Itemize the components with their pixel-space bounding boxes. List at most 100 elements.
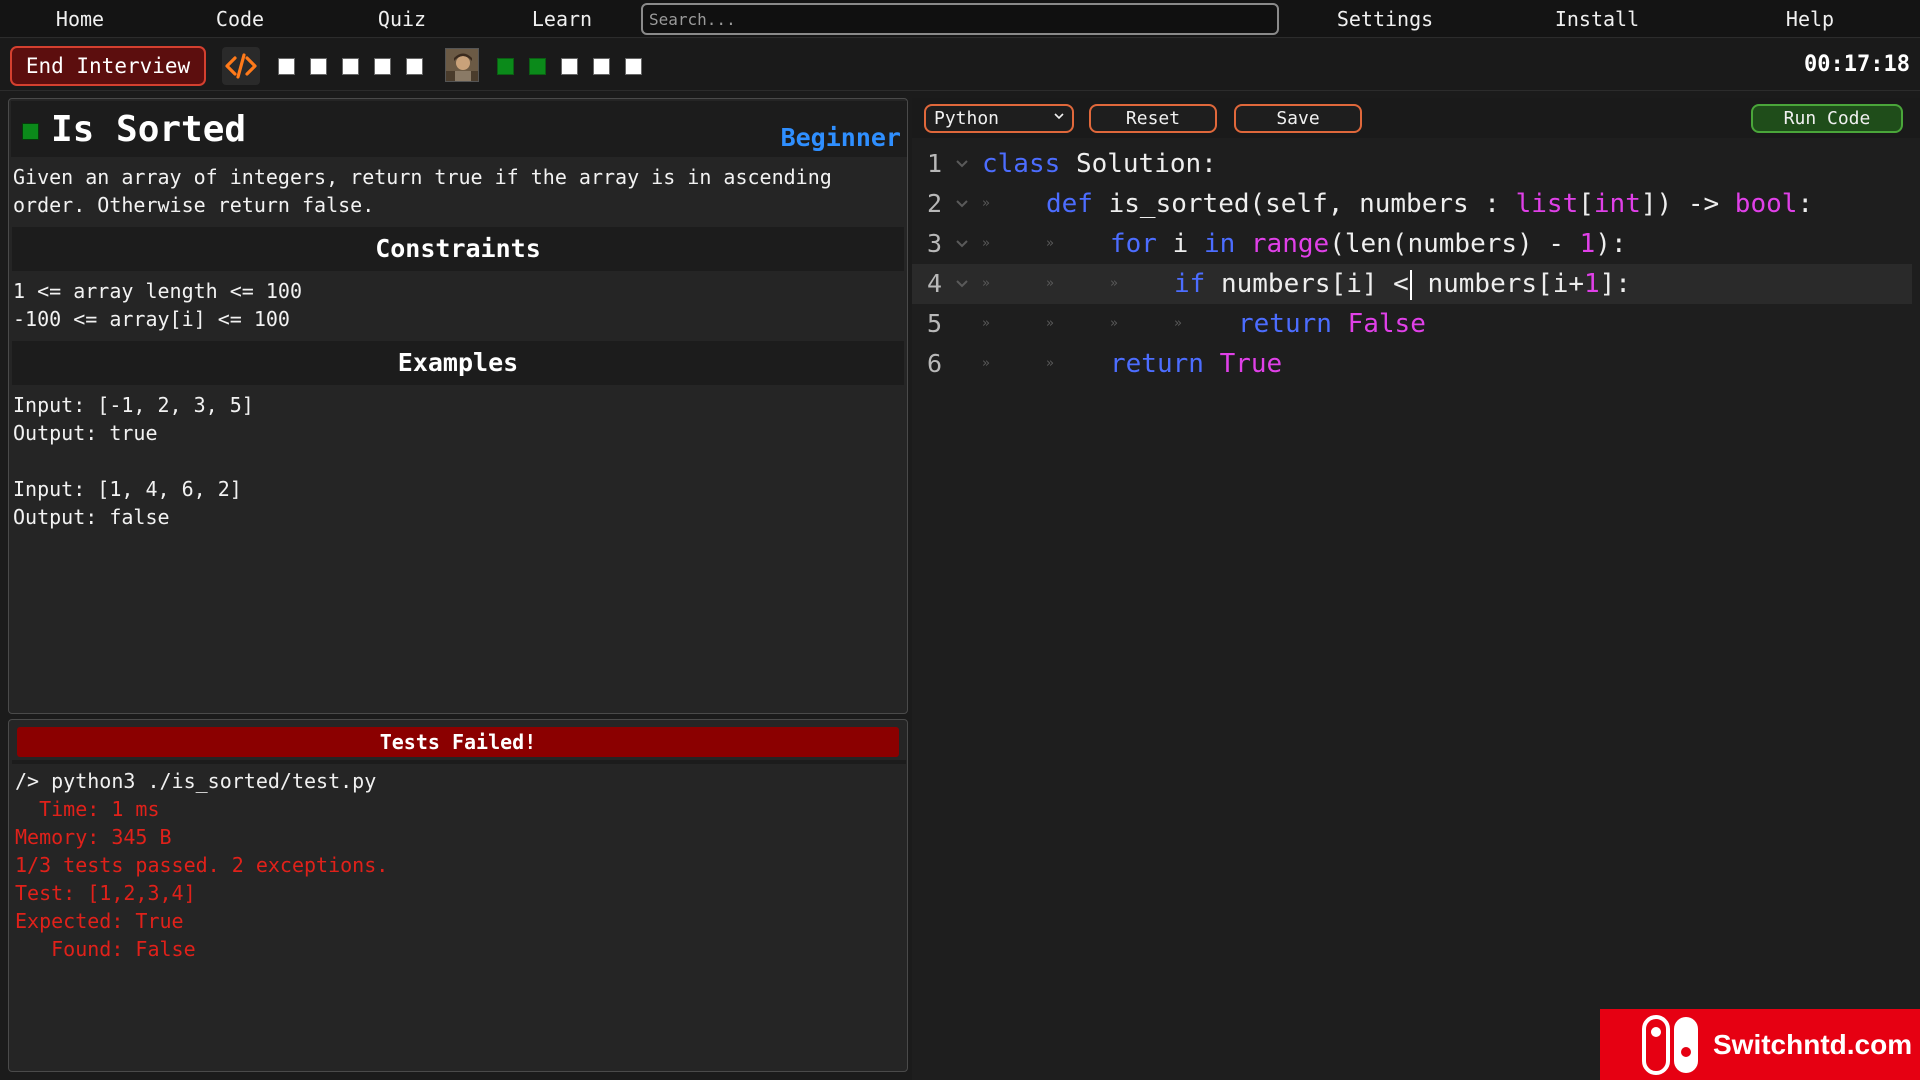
output-line: Expected: True <box>15 909 184 933</box>
indent-marker-icon: » <box>1110 276 1118 291</box>
language-select[interactable]: Python <box>924 104 1074 133</box>
top-nav: Home Code Quiz Learn Settings Install He… <box>0 0 1920 38</box>
status-square <box>625 58 642 75</box>
code-view-button[interactable] <box>222 47 260 85</box>
code-token: numbers[i+ <box>1411 269 1584 299</box>
run-code-button[interactable]: Run Code <box>1751 104 1903 133</box>
search-input[interactable] <box>641 3 1279 35</box>
interviewer-portrait-icon <box>446 49 478 81</box>
output-line: Test: [1,2,3,4] <box>15 881 196 905</box>
code-token: bool <box>1734 189 1798 219</box>
problem-header: Is Sorted Beginner <box>11 101 907 157</box>
line-number: 6 <box>927 349 943 378</box>
problem-title: Is Sorted <box>51 109 247 150</box>
nav-install[interactable]: Install <box>1537 0 1657 38</box>
nav-learn[interactable]: Learn <box>522 0 602 38</box>
progress-square <box>374 58 391 75</box>
editor-toolbar: Python Reset Save Run Code <box>912 98 1920 138</box>
status-square <box>593 58 610 75</box>
test-output-panel: Tests Failed! /> python3 ./is_sorted/tes… <box>8 719 908 1072</box>
fold-chevron-icon[interactable] <box>956 159 968 169</box>
indent-marker-icon: » <box>1046 316 1054 331</box>
test-result-banner: Tests Failed! <box>17 727 899 757</box>
status-square <box>497 58 514 75</box>
code-token: 1 <box>1584 269 1600 299</box>
output-divider <box>12 760 906 764</box>
code-line[interactable]: 6 » » return True <box>912 344 1912 384</box>
fold-chevron-icon[interactable] <box>956 199 968 209</box>
problem-description: Given an array of integers, return true … <box>13 165 832 217</box>
code-line[interactable]: 2 » def is_sorted(self, numbers : list[i… <box>912 184 1912 224</box>
indent-marker-icon: » <box>1110 316 1118 331</box>
code-token: i <box>1172 229 1189 259</box>
indent-marker-icon: » <box>1046 276 1054 291</box>
indent-marker-icon: » <box>982 356 990 371</box>
problem-status-icon <box>22 123 39 140</box>
indent-marker-icon: » <box>982 276 990 291</box>
indent-marker-icon: » <box>1046 236 1054 251</box>
progress-square <box>310 58 327 75</box>
fold-chevron-icon[interactable] <box>956 279 968 289</box>
progress-square <box>278 58 295 75</box>
code-editor: Python Reset Save Run Code 1 class Solut… <box>912 98 1920 1080</box>
code-token: for <box>1110 229 1157 259</box>
code-line[interactable]: 5 » » » » return False <box>912 304 1912 344</box>
nav-settings[interactable]: Settings <box>1325 0 1445 38</box>
code-line[interactable]: 1 class Solution: <box>912 144 1912 184</box>
indent-marker-icon: » <box>1174 316 1182 331</box>
indent-marker-icon: » <box>982 196 990 211</box>
nav-quiz[interactable]: Quiz <box>362 0 442 38</box>
code-token: is_sorted(self, numbers : <box>1108 189 1516 219</box>
reset-button[interactable]: Reset <box>1089 104 1217 133</box>
code-line[interactable]: 3 » » for i in range(len(numbers) - 1): <box>912 224 1912 264</box>
save-button[interactable]: Save <box>1234 104 1362 133</box>
code-token: return <box>1110 349 1204 379</box>
output-line: Found: False <box>15 937 196 961</box>
nav-code[interactable]: Code <box>200 0 280 38</box>
line-number: 4 <box>927 269 943 298</box>
problem-panel: Is Sorted Beginner Given an array of int… <box>8 98 908 714</box>
nav-home[interactable]: Home <box>40 0 120 38</box>
output-line: Time: 1 ms <box>15 797 160 821</box>
code-token: ]) -> <box>1640 189 1735 219</box>
code-token: Solution: <box>1075 149 1217 179</box>
watermark: Switchntd.com <box>1600 1009 1920 1080</box>
code-token: class <box>982 149 1061 179</box>
line-number: 1 <box>927 149 943 178</box>
progress-square <box>406 58 423 75</box>
switch-logo-icon <box>1642 1015 1698 1075</box>
indent-marker-icon: » <box>982 316 990 331</box>
output-command: /> python3 ./is_sorted/test.py <box>15 769 377 793</box>
interviewer-avatar <box>445 48 479 82</box>
code-token: int <box>1593 189 1641 219</box>
line-number: 2 <box>927 189 943 218</box>
code-token: False <box>1347 309 1426 339</box>
code-area[interactable]: 1 class Solution: 2 » def is_sorted(self… <box>912 144 1920 1044</box>
code-token: def <box>1046 189 1093 219</box>
code-brackets-icon <box>225 53 257 79</box>
toolbar: End Interview 00:17:18 <box>0 39 1920 91</box>
constraints-text: 1 <= array length <= 100 -100 <= array[i… <box>13 279 302 331</box>
code-line-active[interactable]: 4 » » » if numbers[i] < numbers[i+1]: <box>912 264 1912 304</box>
code-token: : <box>1797 189 1814 219</box>
nav-help[interactable]: Help <box>1760 0 1860 38</box>
fold-chevron-icon[interactable] <box>956 239 968 249</box>
line-number: 5 <box>927 309 943 338</box>
code-token: [ <box>1578 189 1594 219</box>
code-token: numbers[i] < <box>1220 269 1409 299</box>
code-token: in <box>1203 229 1236 259</box>
end-interview-button[interactable]: End Interview <box>10 46 206 86</box>
code-token: ): <box>1595 229 1627 259</box>
chevron-down-icon <box>1054 113 1064 120</box>
code-token: ]: <box>1599 269 1631 299</box>
code-token: range <box>1250 229 1330 259</box>
code-token: (len(numbers) - <box>1329 229 1580 259</box>
code-token: 1 <box>1579 229 1596 259</box>
code-token: list <box>1515 189 1579 219</box>
status-square <box>561 58 578 75</box>
code-token: if <box>1174 269 1206 299</box>
output-line: 1/3 tests passed. 2 exceptions. <box>15 853 389 877</box>
line-number: 3 <box>927 229 943 258</box>
interview-timer: 00:17:18 <box>1804 52 1910 77</box>
indent-marker-icon: » <box>1046 356 1054 371</box>
